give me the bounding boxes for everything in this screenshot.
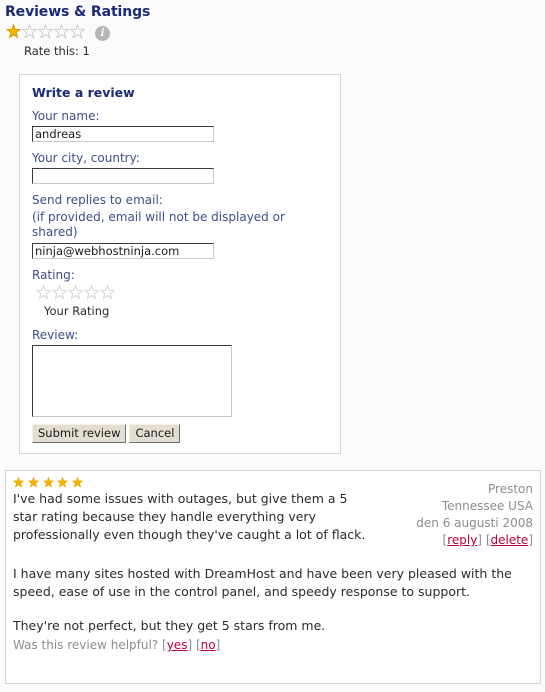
page-title: Reviews & Ratings [5,4,151,20]
review-paragraph-1: I've had some issues with outages, but g… [13,491,366,542]
rate-star-3[interactable] [38,24,54,40]
review-date: den 6 augusti 2008 [416,516,533,530]
review-star-4 [57,477,69,488]
review-meta: Preston Tennessee USA den 6 augusti 2008… [416,477,533,549]
rate-this-star-widget[interactable]: i [6,24,545,42]
email-label: Send replies to email: [32,193,163,207]
name-input[interactable] [32,126,214,142]
write-review-form: Write a review Your name: Your city, cou… [19,74,341,454]
your-rating-star-1[interactable] [36,285,52,301]
review-star-2 [28,477,39,488]
review-item: I've had some issues with outages, but g… [5,470,541,684]
your-rating-star-5[interactable] [100,285,116,301]
your-rating-label: Your Rating [44,304,110,318]
write-review-heading: Write a review [32,85,135,100]
rate-star-4[interactable] [54,24,70,40]
review-star-3 [42,477,54,488]
city-label: Your city, country: [32,151,140,165]
helpful-yes-link[interactable]: yes [167,638,188,652]
rating-label: Rating: [32,268,75,282]
helpful-question: Was this review helpful? [13,638,159,652]
review-star-1 [13,477,24,488]
helpful-row: Was this review helpful? [yes] [no] [13,638,533,652]
your-rating-star-widget[interactable] [36,285,328,303]
delete-link[interactable]: delete [491,533,529,547]
email-input[interactable] [32,243,214,259]
rate-star-1[interactable] [6,24,22,40]
review-paragraph-2: I have many sites hosted with DreamHost … [13,566,512,599]
your-rating-star-4[interactable] [84,285,100,301]
name-label: Your name: [32,109,100,123]
email-note: (if provided, email will not be displaye… [32,210,285,239]
cancel-button[interactable]: Cancel [129,424,181,443]
your-rating-star-2[interactable] [52,285,68,301]
rate-star-5[interactable] [70,24,86,40]
bracket-close-reply: ] [477,533,482,547]
reply-link[interactable]: reply [447,533,477,547]
helpful-no-link[interactable]: no [201,638,216,652]
review-label: Review: [32,328,79,342]
rate-this-label: Rate this: 1 [24,44,90,58]
review-actions: [reply] [delete] [416,532,534,549]
bracket-close-yes: ] [187,638,193,652]
bracket-close-delete: ] [528,533,533,547]
your-rating-star-3[interactable] [68,285,84,301]
city-input[interactable] [32,168,214,184]
submit-review-button[interactable]: Submit review [32,424,127,443]
review-paragraph-3: They're not perfect, but they get 5 star… [13,618,326,633]
review-textarea[interactable] [32,345,232,417]
rate-star-2[interactable] [22,24,38,40]
review-location: Tennessee USA [441,499,533,513]
info-icon[interactable]: i [95,25,110,41]
review-rating-stars [13,477,373,489]
bracket-close-no: ] [215,638,221,652]
review-author: Preston [488,482,533,496]
review-star-5 [72,477,84,488]
form-button-row: Submit review Cancel [32,424,328,443]
